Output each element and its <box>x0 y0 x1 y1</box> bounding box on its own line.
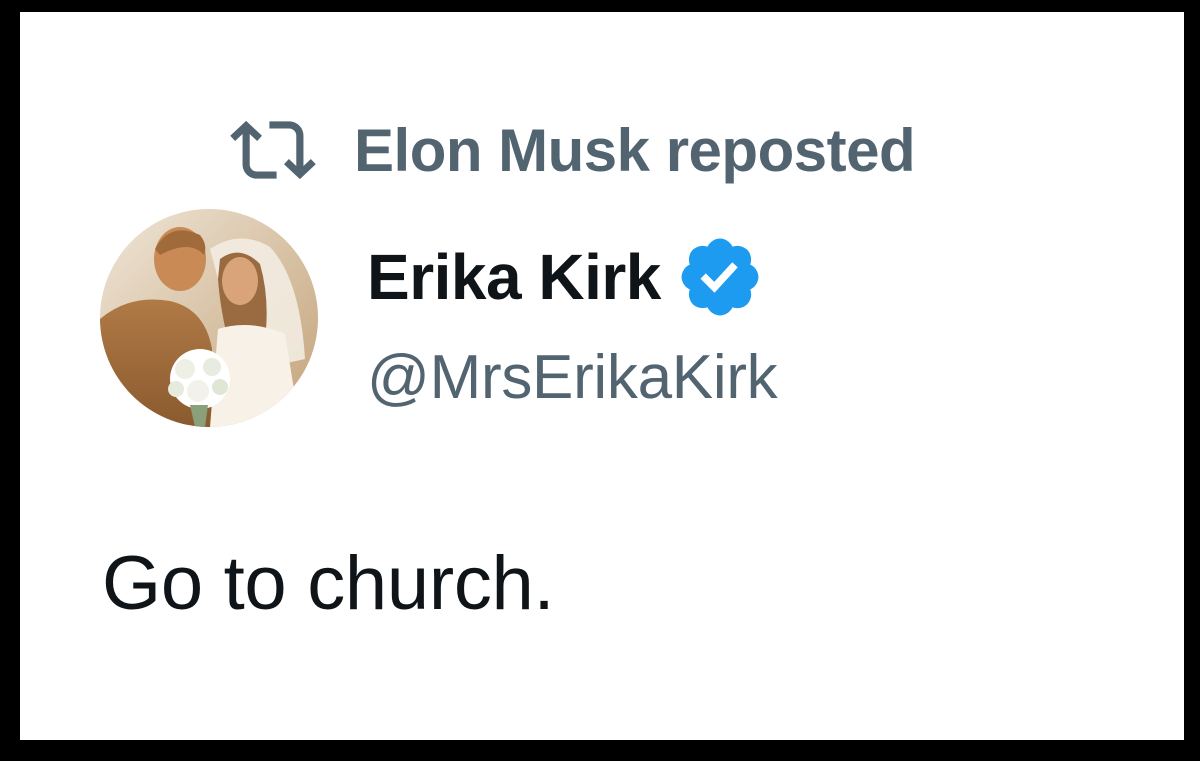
repost-header[interactable]: Elon Musk reposted <box>230 110 916 190</box>
repost-label[interactable]: Elon Musk reposted <box>354 116 916 185</box>
author-handle[interactable]: @MrsErikaKirk <box>367 342 778 413</box>
repost-icon <box>230 118 316 182</box>
display-name[interactable]: Erika Kirk <box>367 240 661 314</box>
tweet-card[interactable]: Elon Musk reposted Erika Kirk @MrsErikaK… <box>20 12 1184 740</box>
avatar[interactable] <box>100 209 318 427</box>
verified-badge-icon <box>675 232 765 322</box>
author-name-row[interactable]: Erika Kirk <box>367 232 765 322</box>
tweet-text: Go to church. <box>102 541 555 626</box>
